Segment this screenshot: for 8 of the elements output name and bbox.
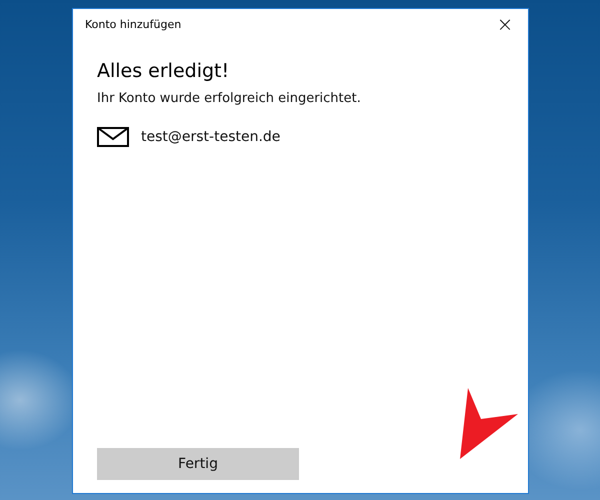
- window-title: Konto hinzufügen: [85, 18, 182, 30]
- mail-icon: [97, 127, 129, 147]
- email-address: test@erst-testen.de: [141, 129, 280, 145]
- done-button[interactable]: Fertig: [97, 448, 299, 480]
- message-text: Ihr Konto wurde erfolgreich eingerichtet.: [97, 91, 362, 106]
- close-button[interactable]: ×: [482, 10, 528, 38]
- pointer-arrow-icon: [460, 388, 519, 460]
- heading: Alles erledigt!: [97, 60, 230, 82]
